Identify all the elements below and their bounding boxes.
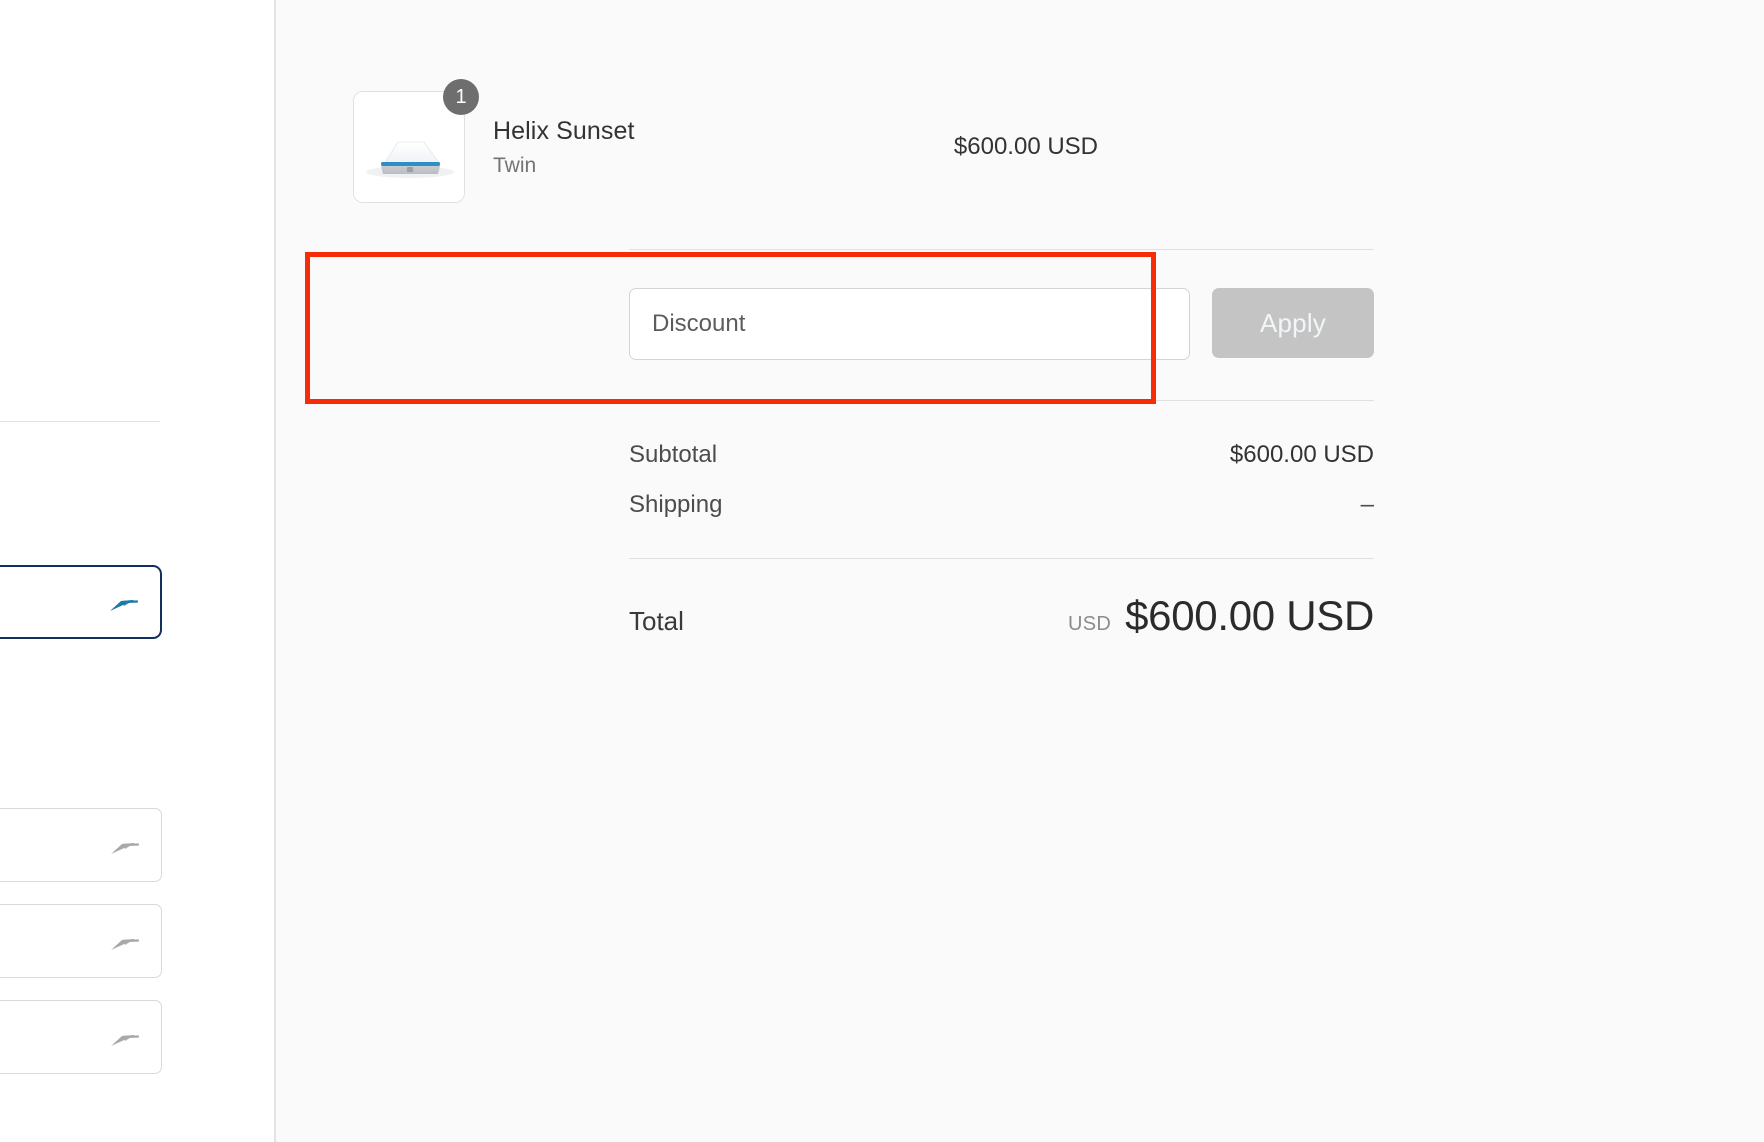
divider-above-discount — [629, 249, 1374, 250]
field-second[interactable] — [0, 808, 162, 882]
paper-plane-icon — [109, 832, 140, 858]
paper-plane-icon — [109, 1024, 140, 1050]
divider-below-discount — [629, 400, 1374, 401]
line-item-quantity-badge: 1 — [443, 79, 479, 115]
discount-section: Apply — [629, 288, 1374, 360]
field-focused[interactable] — [0, 565, 162, 639]
shipping-row: Shipping – — [629, 491, 1374, 519]
shipping-label: Shipping — [629, 491, 723, 518]
paper-plane-icon — [108, 589, 139, 615]
paper-plane-icon — [109, 928, 140, 954]
field-third[interactable] — [0, 904, 162, 978]
apply-discount-button[interactable]: Apply — [1212, 288, 1374, 358]
total-label: Total — [629, 606, 684, 636]
total-amount: $600.00 USD — [1125, 592, 1374, 639]
discount-input[interactable] — [629, 288, 1190, 360]
checkout-form-column — [0, 0, 276, 1142]
subtotal-row: Subtotal $600.00 USD — [629, 441, 1374, 469]
divider-above-total — [629, 558, 1374, 559]
line-item-details: Helix Sunset Twin — [493, 114, 954, 181]
form-section-divider — [0, 421, 160, 422]
field-fourth[interactable] — [0, 1000, 162, 1074]
grand-total-row: Total USD $600.00 USD — [629, 592, 1374, 640]
line-item-price: $600.00 USD — [953, 133, 1098, 160]
line-item: 1 Helix Sunset Twin $600.00 USD — [353, 79, 1098, 206]
checkout-page: 1 Helix Sunset Twin $600.00 USD Apply Su… — [0, 0, 1764, 1142]
subtotal-label: Subtotal — [629, 441, 718, 468]
line-item-variant: Twin — [493, 153, 537, 177]
order-summary-panel: 1 Helix Sunset Twin $600.00 USD Apply Su… — [276, 0, 1764, 1142]
total-amount-wrap: USD $600.00 USD — [1068, 592, 1374, 640]
subtotal-value: $600.00 USD — [1229, 441, 1374, 468]
line-item-title: Helix Sunset — [493, 116, 635, 145]
line-item-thumbnail-wrap: 1 — [353, 79, 479, 203]
total-currency-prefix: USD — [1067, 613, 1112, 635]
shipping-value: – — [1360, 491, 1374, 518]
